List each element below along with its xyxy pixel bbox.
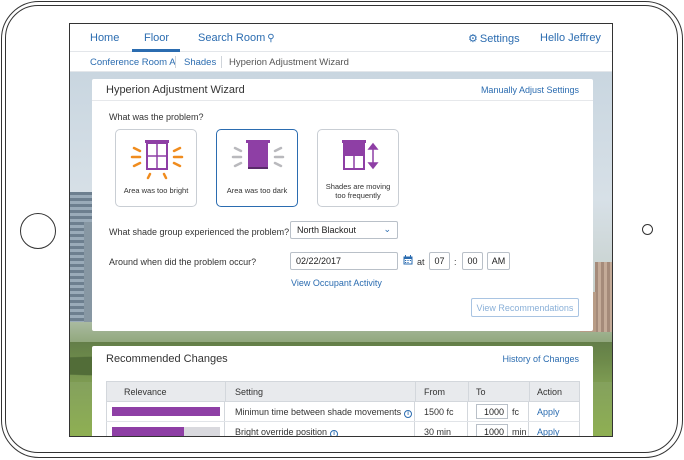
option-too-bright[interactable]: Area was too bright [115, 129, 197, 207]
relevance-bar-fill [112, 407, 220, 416]
setting-text: Minimun time between shade movements [235, 407, 402, 417]
recommended-changes-panel: Recommended Changes History of Changes R… [92, 346, 593, 437]
date-input[interactable]: 02/22/2017 [290, 252, 398, 270]
breadcrumb-divider [175, 56, 176, 68]
column-header-setting: Setting [235, 387, 264, 397]
calendar-glyph [403, 255, 413, 265]
adjustment-wizard-panel: Hyperion Adjustment Wizard Manually Adju… [92, 79, 593, 331]
to-unit: fc [512, 407, 520, 417]
table-row: Minimun time between shade movements i 15… [106, 402, 580, 422]
column-header-to: To [476, 387, 486, 397]
column-divider [225, 382, 226, 401]
shade-moving-icon [342, 140, 379, 170]
to-unit: min [512, 427, 527, 437]
column-divider [528, 402, 529, 421]
nav-settings-label: Settings [479, 33, 520, 45]
apply-link[interactable]: Apply [537, 427, 560, 436]
home-button[interactable] [20, 213, 56, 249]
to-value-input[interactable]: 1000 [476, 404, 508, 419]
info-icon[interactable]: i [330, 430, 339, 436]
time-separator: : [454, 257, 457, 267]
nav-search-label: Search Room [198, 32, 266, 44]
changes-title: Recommended Changes [106, 353, 228, 365]
breadcrumb: Conference Room A Shades Hyperion Adjust… [70, 52, 612, 72]
background-building [595, 262, 612, 332]
column-divider [224, 422, 225, 436]
wizard-title: Hyperion Adjustment Wizard [106, 84, 245, 96]
setting-text: Bright override position [235, 427, 328, 437]
option-label-line: Shades are moving [325, 182, 391, 191]
table-row: Bright override position i 30 min 1000 mi… [106, 422, 580, 437]
view-occupant-activity-link[interactable]: View Occupant Activity [291, 278, 382, 288]
breadcrumb-conference-room[interactable]: Conference Room A [90, 57, 176, 68]
nav-search-room[interactable]: Search Room ⚲ [198, 32, 275, 44]
column-header-from: From [424, 387, 445, 397]
at-label: at [417, 257, 425, 267]
option-moving-frequently[interactable]: Shades are moving too frequently [317, 129, 399, 207]
minute-input[interactable]: 00 [462, 252, 483, 270]
from-value: 1500 fc [424, 407, 454, 417]
relevance-bar-fill [112, 427, 185, 436]
chevron-down-icon: ⌄ [383, 224, 391, 234]
info-icon[interactable]: i [404, 410, 413, 418]
view-recommendations-button[interactable]: View Recommendations [471, 298, 579, 317]
hour-input[interactable]: 07 [429, 252, 450, 270]
shade-bright-icon [130, 140, 184, 180]
shade-dark-icon [231, 140, 285, 169]
column-divider [414, 422, 415, 436]
nav-home[interactable]: Home [90, 32, 119, 44]
camera-icon [642, 224, 653, 235]
column-divider [467, 422, 468, 436]
setting-cell: Minimun time between shade movements i [235, 407, 413, 418]
shade-group-question: What shade group experienced the problem… [109, 227, 290, 237]
column-divider [528, 422, 529, 436]
ampm-toggle[interactable]: AM [487, 252, 510, 270]
manually-adjust-link[interactable]: Manually Adjust Settings [481, 85, 579, 95]
problem-question: What was the problem? [109, 112, 204, 122]
relevance-bar [112, 407, 220, 416]
table-header: Relevance Setting From To Action [106, 381, 580, 402]
relevance-bar [112, 427, 220, 436]
option-label-line: too frequently [335, 191, 381, 200]
nav-user-greeting[interactable]: Hello Jeffrey [540, 32, 601, 44]
option-label: Area was too dark [226, 186, 288, 195]
column-header-relevance: Relevance [124, 387, 167, 397]
when-question: Around when did the problem occur? [109, 257, 257, 267]
shade-group-select[interactable]: North Blackout ⌄ [290, 221, 398, 239]
nav-floor[interactable]: Floor [144, 32, 169, 44]
column-header-action: Action [537, 387, 563, 397]
history-of-changes-link[interactable]: History of Changes [502, 354, 579, 364]
column-divider [415, 382, 416, 401]
search-icon: ⚲ [267, 33, 275, 44]
app-screen: Home Floor Search Room ⚲ ⚙ Settings Hello … [69, 23, 613, 437]
gear-icon: ⚙ [468, 33, 478, 45]
column-divider [224, 402, 225, 421]
option-label: Area was too bright [123, 186, 189, 195]
option-label: Shades are moving too frequently [318, 182, 398, 200]
column-divider [467, 402, 468, 421]
breadcrumb-current: Hyperion Adjustment Wizard [229, 57, 349, 68]
setting-cell: Bright override position i [235, 427, 339, 437]
option-too-dark[interactable]: Area was too dark [216, 129, 298, 207]
shade-group-value: North Blackout [297, 225, 357, 235]
calendar-icon[interactable] [403, 255, 413, 265]
nav-settings[interactable]: ⚙ Settings [468, 32, 520, 45]
column-divider [529, 382, 530, 401]
top-nav: Home Floor Search Room ⚲ ⚙ Settings Hello … [70, 24, 612, 52]
wizard-header: Hyperion Adjustment Wizard Manually Adju… [92, 79, 593, 101]
to-value-input[interactable]: 1000 [476, 424, 508, 436]
column-divider [414, 402, 415, 421]
column-divider [468, 382, 469, 401]
apply-link[interactable]: Apply [537, 407, 560, 417]
breadcrumb-shades[interactable]: Shades [184, 57, 216, 68]
from-value: 30 min [424, 427, 452, 437]
breadcrumb-divider [221, 56, 222, 68]
changes-header: Recommended Changes History of Changes [92, 346, 593, 370]
